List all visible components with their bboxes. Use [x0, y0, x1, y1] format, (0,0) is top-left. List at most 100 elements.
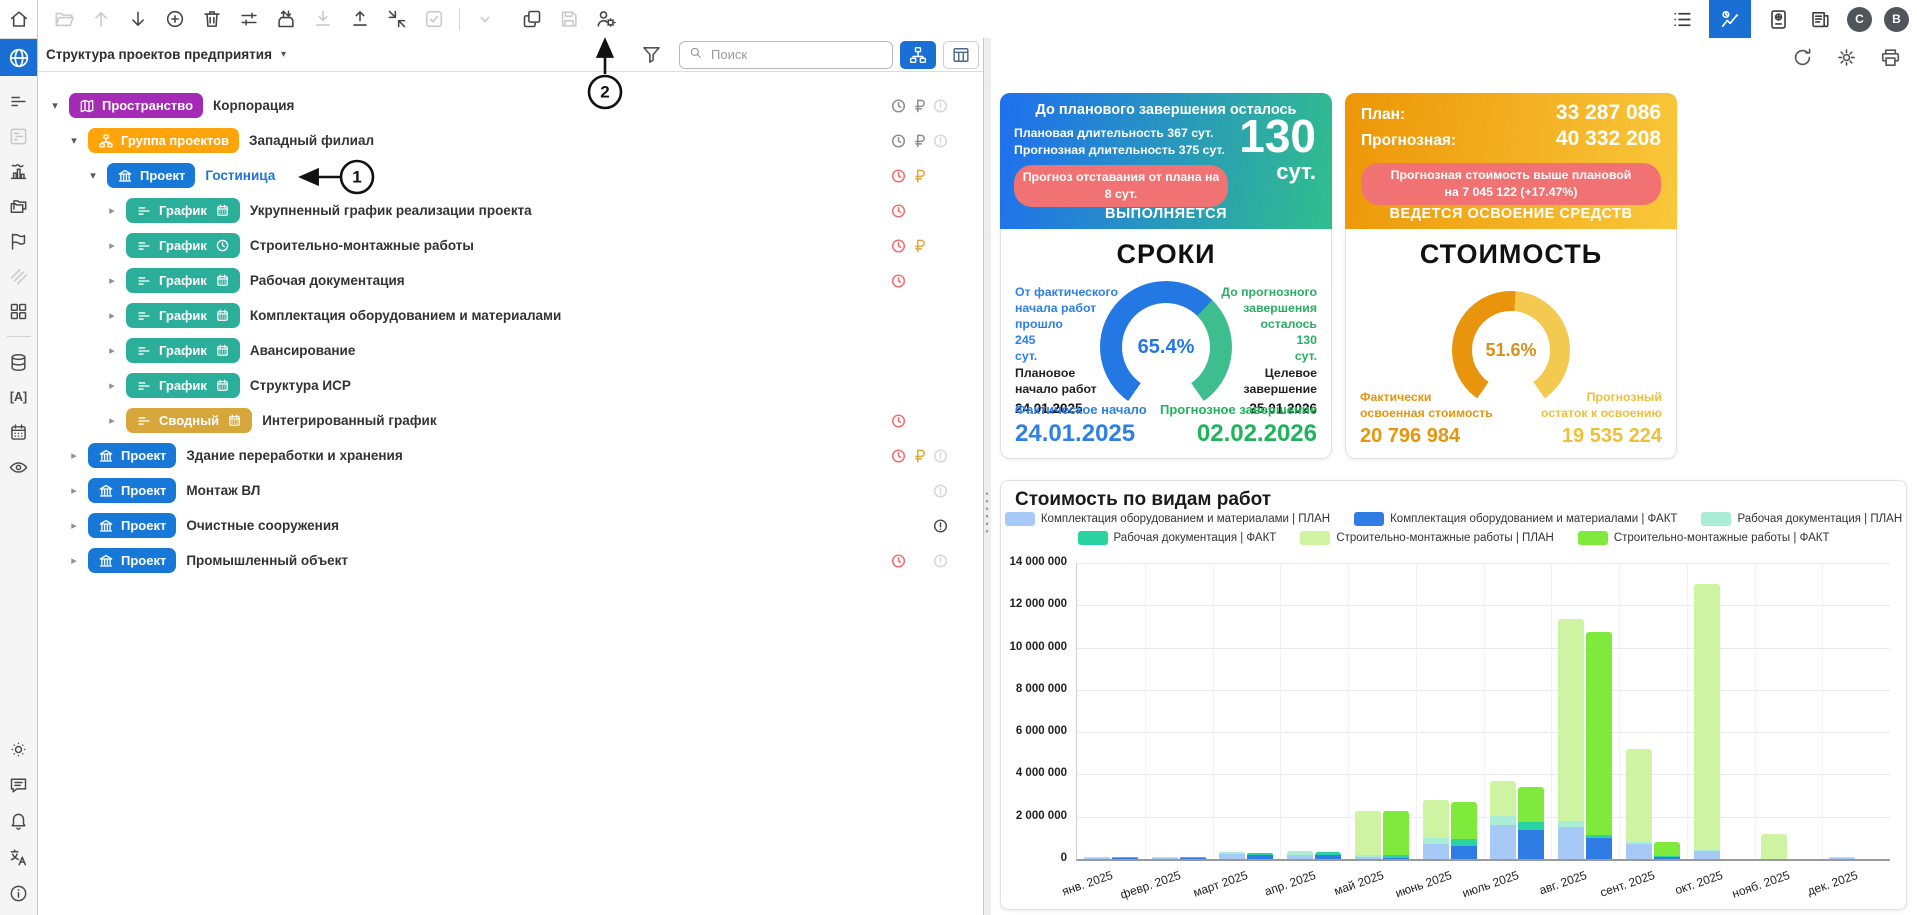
status-slot-empty — [910, 481, 929, 500]
caret-right-icon[interactable]: ▸ — [106, 274, 118, 287]
bar-segment — [1625, 749, 1652, 842]
caret-right-icon[interactable]: ▸ — [68, 449, 80, 462]
row-status — [889, 376, 950, 395]
analytics-icon[interactable] — [1709, 0, 1751, 38]
sidebar-item-globe[interactable] — [0, 39, 37, 76]
caret-right-icon[interactable]: ▸ — [106, 309, 118, 322]
printer-icon[interactable] — [1877, 44, 1903, 70]
caret-right-icon[interactable]: ▸ — [106, 379, 118, 392]
tree-row[interactable]: ▸ Проект Здание переработки и хранения — [38, 438, 983, 473]
cost-alert-pill: Прогнозная стоимость выше плановой на 7 … — [1361, 163, 1661, 205]
gear-icon[interactable] — [1833, 44, 1859, 70]
tree-row[interactable]: ▸ График Авансирование — [38, 333, 983, 368]
y-axis-label: 0 — [1060, 852, 1067, 864]
caret-right-icon[interactable]: ▸ — [106, 344, 118, 357]
sidebar-item-translate[interactable] — [6, 845, 32, 869]
sidebar-item-histogram[interactable] — [6, 159, 32, 183]
tree-row[interactable]: ▸ Проект Промышленный объект — [38, 543, 983, 578]
sidebar-item-info[interactable] — [6, 881, 32, 905]
legend-item[interactable]: Строительно-монтажные работы | ФАКТ — [1577, 531, 1829, 545]
ruble-status-icon — [910, 446, 929, 465]
list-icon[interactable] — [1667, 0, 1697, 38]
home-icon[interactable] — [7, 7, 31, 31]
refresh-icon[interactable] — [1789, 44, 1815, 70]
avatar-b[interactable]: B — [1884, 6, 1909, 32]
tree-row[interactable]: ▾ Группа проектов Западный филиал — [38, 123, 983, 158]
caret-down-icon[interactable]: ▾ — [49, 99, 61, 112]
bar-segment — [1382, 857, 1409, 859]
caret-right-icon[interactable]: ▸ — [106, 204, 118, 217]
bar-segment — [1179, 857, 1206, 859]
info-status-icon — [931, 96, 950, 115]
sidebar-item-sun[interactable] — [6, 737, 32, 761]
sliders-icon[interactable] — [237, 7, 261, 31]
badge-label: График — [159, 203, 207, 218]
tree-row[interactable]: ▾ Пространство Корпорация — [38, 88, 983, 123]
fact-start-label: Фактическое начало — [1015, 402, 1147, 418]
tree-row[interactable]: ▸ График Структура ИСР — [38, 368, 983, 403]
bar-segment — [1490, 824, 1517, 859]
caret-down-icon[interactable]: ▾ — [87, 169, 99, 182]
calendar-icon — [227, 413, 242, 428]
search-input[interactable] — [709, 46, 884, 63]
avatar-c[interactable]: C — [1847, 6, 1872, 32]
report-icon[interactable] — [1805, 0, 1835, 38]
sidebar-item-grid-four[interactable] — [6, 299, 32, 323]
tree-row[interactable]: ▸ Проект Очистные сооружения — [38, 508, 983, 543]
tree-row[interactable]: ▾ Проект Гостиница — [38, 158, 983, 193]
spent-cost-value: 20 796 984 — [1360, 425, 1461, 447]
bar-segment — [1625, 844, 1652, 859]
tree-row[interactable]: ▸ График Рабочая документация — [38, 263, 983, 298]
top-toolbar: CB — [38, 0, 1917, 39]
funnel-icon[interactable] — [637, 41, 665, 69]
caret-right-icon[interactable]: ▸ — [106, 239, 118, 252]
collapse-icon[interactable] — [385, 7, 409, 31]
tree-row[interactable]: ▸ График Комплектация оборудованием и мате… — [38, 298, 983, 333]
tree-row[interactable]: ▸ Сводный Интегрированный график — [38, 403, 983, 438]
sidebar-item-database[interactable] — [6, 350, 32, 374]
sidebar-item-eye[interactable] — [6, 455, 32, 479]
copy-icon[interactable] — [520, 7, 544, 31]
caret-right-icon[interactable]: ▸ — [68, 519, 80, 532]
legend-item[interactable]: Комплектация оборудованием и материалами… — [1354, 512, 1677, 526]
sidebar-item-text-a[interactable]: [A] — [6, 385, 32, 409]
gridline-vertical — [1280, 563, 1282, 859]
box-arrows-icon[interactable] — [274, 7, 298, 31]
passport-icon[interactable] — [1763, 0, 1793, 38]
splitter-handle[interactable] — [985, 490, 989, 536]
bar-segment — [1083, 857, 1110, 859]
sidebar-item-calendar[interactable] — [6, 420, 32, 444]
time-progress-gauge: 65.4% — [1100, 281, 1232, 413]
caret-right-icon[interactable]: ▸ — [106, 414, 118, 427]
legend-swatch — [1300, 531, 1331, 545]
plus-circle-icon[interactable] — [163, 7, 187, 31]
chevron-down-icon[interactable]: ▾ — [281, 49, 286, 60]
legend-item[interactable]: Рабочая документация | ПЛАН — [1701, 512, 1902, 526]
sidebar-item-comment[interactable] — [6, 773, 32, 797]
arrow-down-icon[interactable] — [126, 7, 150, 31]
user-gear-icon[interactable] — [594, 7, 618, 31]
table-columns-view-button[interactable] — [943, 40, 979, 69]
legend-item[interactable]: Строительно-монтажные работы | ПЛАН — [1300, 531, 1554, 545]
caret-right-icon[interactable]: ▸ — [68, 554, 80, 567]
gridline-vertical — [1348, 563, 1349, 859]
tree-row[interactable]: ▸ Проект Монтаж ВЛ — [38, 473, 983, 508]
caret-down-icon[interactable]: ▾ — [68, 134, 80, 147]
sidebar-item-folders[interactable] — [6, 194, 32, 218]
tree-row[interactable]: ▸ График Укрупненный график реализации про… — [38, 193, 983, 228]
org-chart-view-button[interactable] — [900, 40, 936, 69]
tree-row[interactable]: ▸ График Строительно-монтажные работы — [38, 228, 983, 263]
legend-item[interactable]: Рабочая документация | ФАКТ — [1077, 531, 1276, 545]
legend-item[interactable]: Комплектация оборудованием и материалами… — [1004, 512, 1330, 526]
upload-line-icon[interactable] — [348, 7, 372, 31]
bar-segment — [1315, 855, 1342, 859]
search-box[interactable] — [679, 40, 893, 69]
bar-segment — [1422, 799, 1449, 838]
status-slot-empty — [931, 236, 950, 255]
trash-icon[interactable] — [200, 7, 224, 31]
caret-right-icon[interactable]: ▸ — [68, 484, 80, 497]
sidebar-item-flag[interactable] — [6, 229, 32, 253]
sidebar-item-bell[interactable] — [6, 809, 32, 833]
sidebar-item-bars[interactable] — [6, 89, 32, 113]
fact-start-value: 24.01.2025 — [1015, 420, 1136, 447]
